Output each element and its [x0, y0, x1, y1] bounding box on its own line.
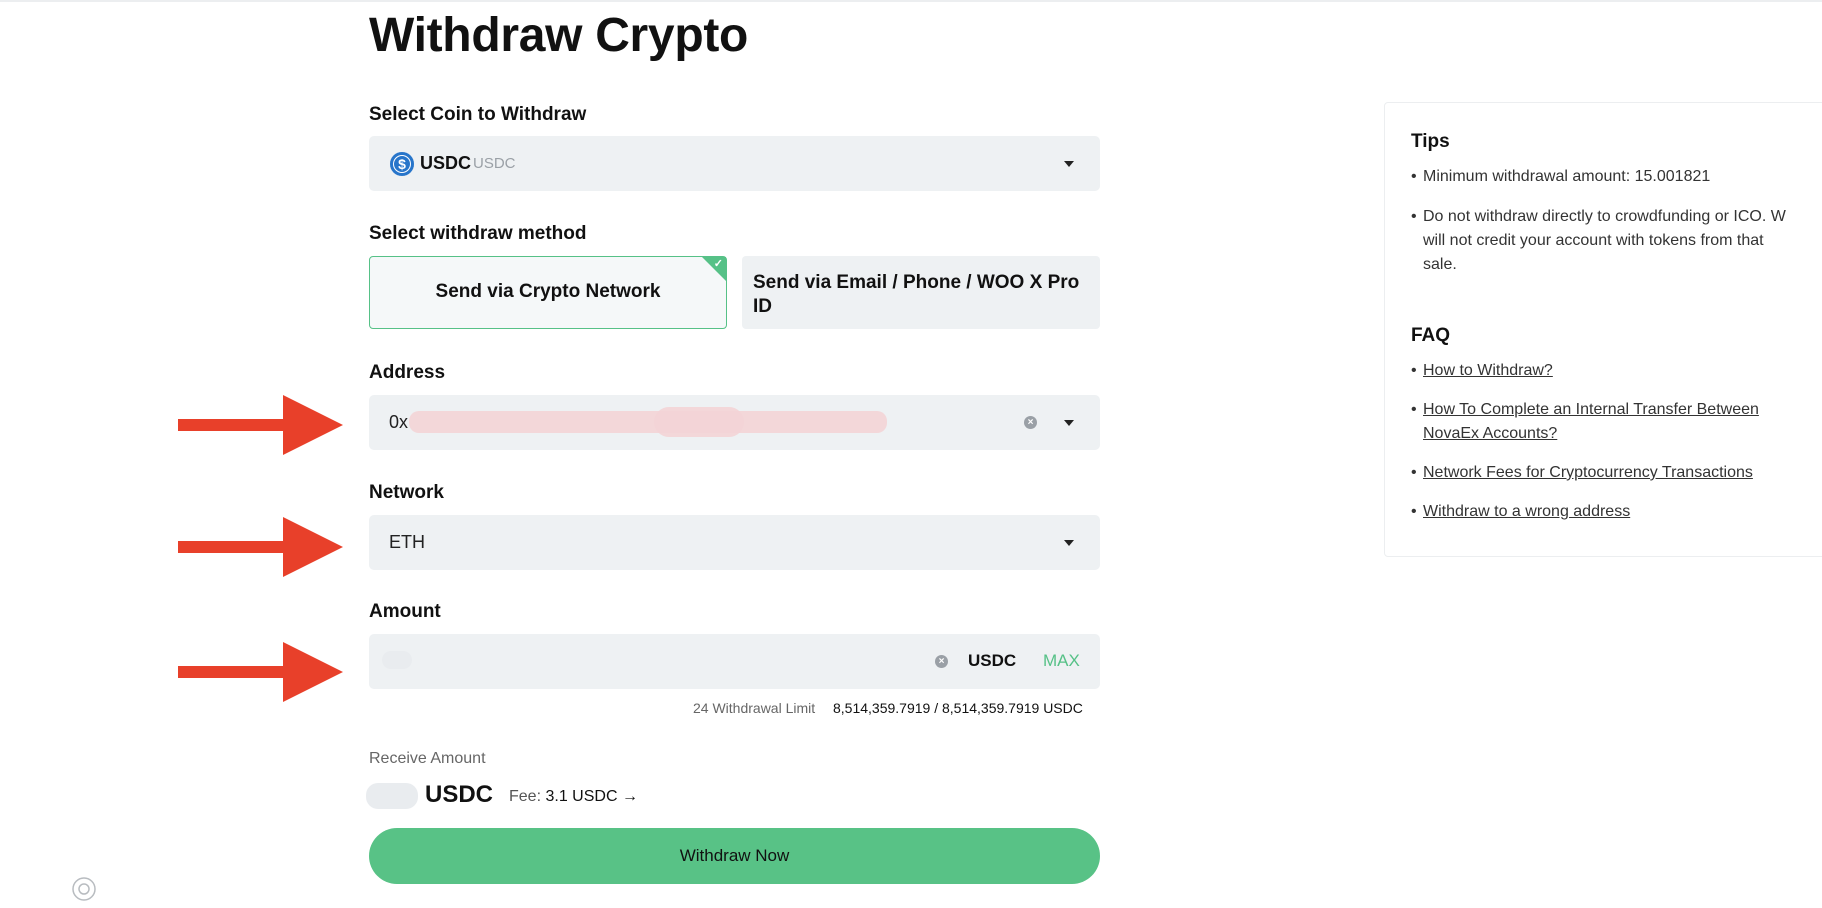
network-value: ETH: [389, 532, 425, 552]
withdrawal-limit-label: 24 Withdrawal Limit: [693, 700, 816, 716]
fee-value: 3.1 USDC: [545, 788, 618, 805]
coin-select-label: Select Coin to Withdraw: [369, 104, 587, 125]
tip-item: • Minimum withdrawal amount: 15.001821: [1411, 168, 1711, 185]
top-divider: [0, 0, 1822, 2]
page-title: Withdraw Crypto: [369, 9, 749, 62]
method-email-phone[interactable]: Send via Email / Phone / WOO X Pro ID: [742, 256, 1100, 329]
method-email-phone-label-2: ID: [753, 296, 772, 317]
tips-panel: Tips • Minimum withdrawal amount: 15.0018…: [1384, 102, 1822, 557]
clear-icon[interactable]: ×: [935, 655, 948, 668]
faq-title: FAQ: [1411, 325, 1451, 346]
usdc-coin-icon: $: [390, 152, 414, 176]
coin-symbol: USDC: [420, 153, 472, 173]
amount-input[interactable]: × USDC MAX: [369, 634, 1100, 689]
receive-currency: USDC: [425, 781, 494, 808]
method-crypto-network[interactable]: Send via Crypto Network ✓: [369, 256, 727, 329]
fee-info[interactable]: Fee: 3.1 USDC →: [509, 788, 638, 806]
faq-link[interactable]: • Network Fees for Cryptocurrency Transac…: [1411, 461, 1753, 485]
annotation-arrow-network: [178, 517, 343, 577]
coin-select[interactable]: $ USDC USDC: [369, 136, 1100, 191]
faq-link[interactable]: • How to Withdraw?: [1411, 359, 1553, 383]
method-crypto-network-label: Send via Crypto Network: [435, 281, 661, 302]
max-button[interactable]: MAX: [1043, 651, 1080, 671]
clear-icon[interactable]: ×: [1024, 416, 1037, 429]
annotation-arrow-amount: [178, 642, 343, 702]
tip-item-cont: sale.: [1423, 256, 1457, 273]
fee-label: Fee:: [509, 788, 542, 805]
amount-label: Amount: [369, 601, 441, 622]
arrow-right-icon: →: [621, 788, 638, 805]
tips-title: Tips: [1411, 131, 1450, 152]
address-value: 0x: [389, 412, 409, 432]
address-input[interactable]: 0x ×: [369, 395, 1100, 450]
faq-link-cont[interactable]: NovaEx Accounts?: [1411, 422, 1557, 446]
network-label: Network: [369, 482, 444, 503]
redacted-receive-amount: [366, 783, 418, 809]
receive-amount-label: Receive Amount: [369, 750, 486, 767]
check-icon: ✓: [713, 258, 723, 270]
faq-link[interactable]: • Withdraw to a wrong address: [1411, 500, 1630, 524]
tip-item: • Do not withdraw directly to crowdfundin…: [1411, 208, 1786, 225]
chevron-down-icon[interactable]: [1064, 161, 1074, 167]
withdrawal-limit-value: 8,514,359.7919 / 8,514,359.7919 USDC: [833, 700, 1083, 716]
chevron-down-icon[interactable]: [1064, 540, 1074, 546]
coin-subtitle: USDC: [473, 155, 516, 172]
address-label: Address: [369, 362, 446, 383]
redacted-amount: [382, 651, 412, 669]
faq-link[interactable]: • How To Complete an Internal Transfer Be…: [1411, 398, 1759, 422]
amount-currency: USDC: [968, 651, 1017, 670]
method-email-phone-label-1: Send via Email / Phone / WOO X Pro: [753, 272, 1080, 293]
network-select[interactable]: ETH: [369, 515, 1100, 570]
redacted-address-blob: [654, 407, 744, 437]
method-label: Select withdraw method: [369, 223, 587, 244]
chevron-down-icon[interactable]: [1064, 420, 1074, 426]
tip-item-cont: will not credit your account with tokens…: [1423, 232, 1764, 249]
withdraw-now-button[interactable]: Withdraw Now: [369, 828, 1100, 884]
annotation-arrow-address: [178, 395, 343, 455]
chat-support-icon[interactable]: [70, 875, 98, 903]
redacted-address: [409, 411, 887, 433]
